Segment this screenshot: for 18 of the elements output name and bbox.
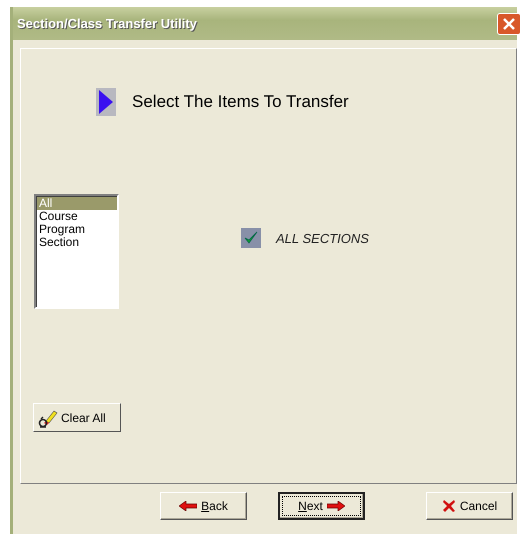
- heading: Select The Items To Transfer: [132, 92, 349, 112]
- cancel-button[interactable]: Cancel: [426, 492, 513, 520]
- window-title: Section/Class Transfer Utility: [17, 16, 197, 31]
- list-item[interactable]: Course: [37, 210, 117, 223]
- cross-icon: [442, 499, 456, 513]
- close-icon: [502, 16, 516, 30]
- clear-all-button[interactable]: Clear All: [33, 403, 121, 432]
- list-box[interactable]: All Course Program Section: [34, 194, 119, 309]
- back-button[interactable]: Back: [160, 492, 247, 520]
- right-arrow-icon: [326, 501, 345, 511]
- left-arrow-icon: [179, 501, 198, 511]
- pointer-arrow-icon: [96, 88, 116, 116]
- close-button[interactable]: [497, 12, 521, 34]
- list-item[interactable]: Program: [37, 222, 117, 236]
- checkbox[interactable]: [241, 228, 261, 248]
- list-item[interactable]: Section: [37, 236, 117, 249]
- next-button[interactable]: Next: [278, 492, 365, 520]
- checkbox-label: ALL SECTIONS: [276, 230, 369, 246]
